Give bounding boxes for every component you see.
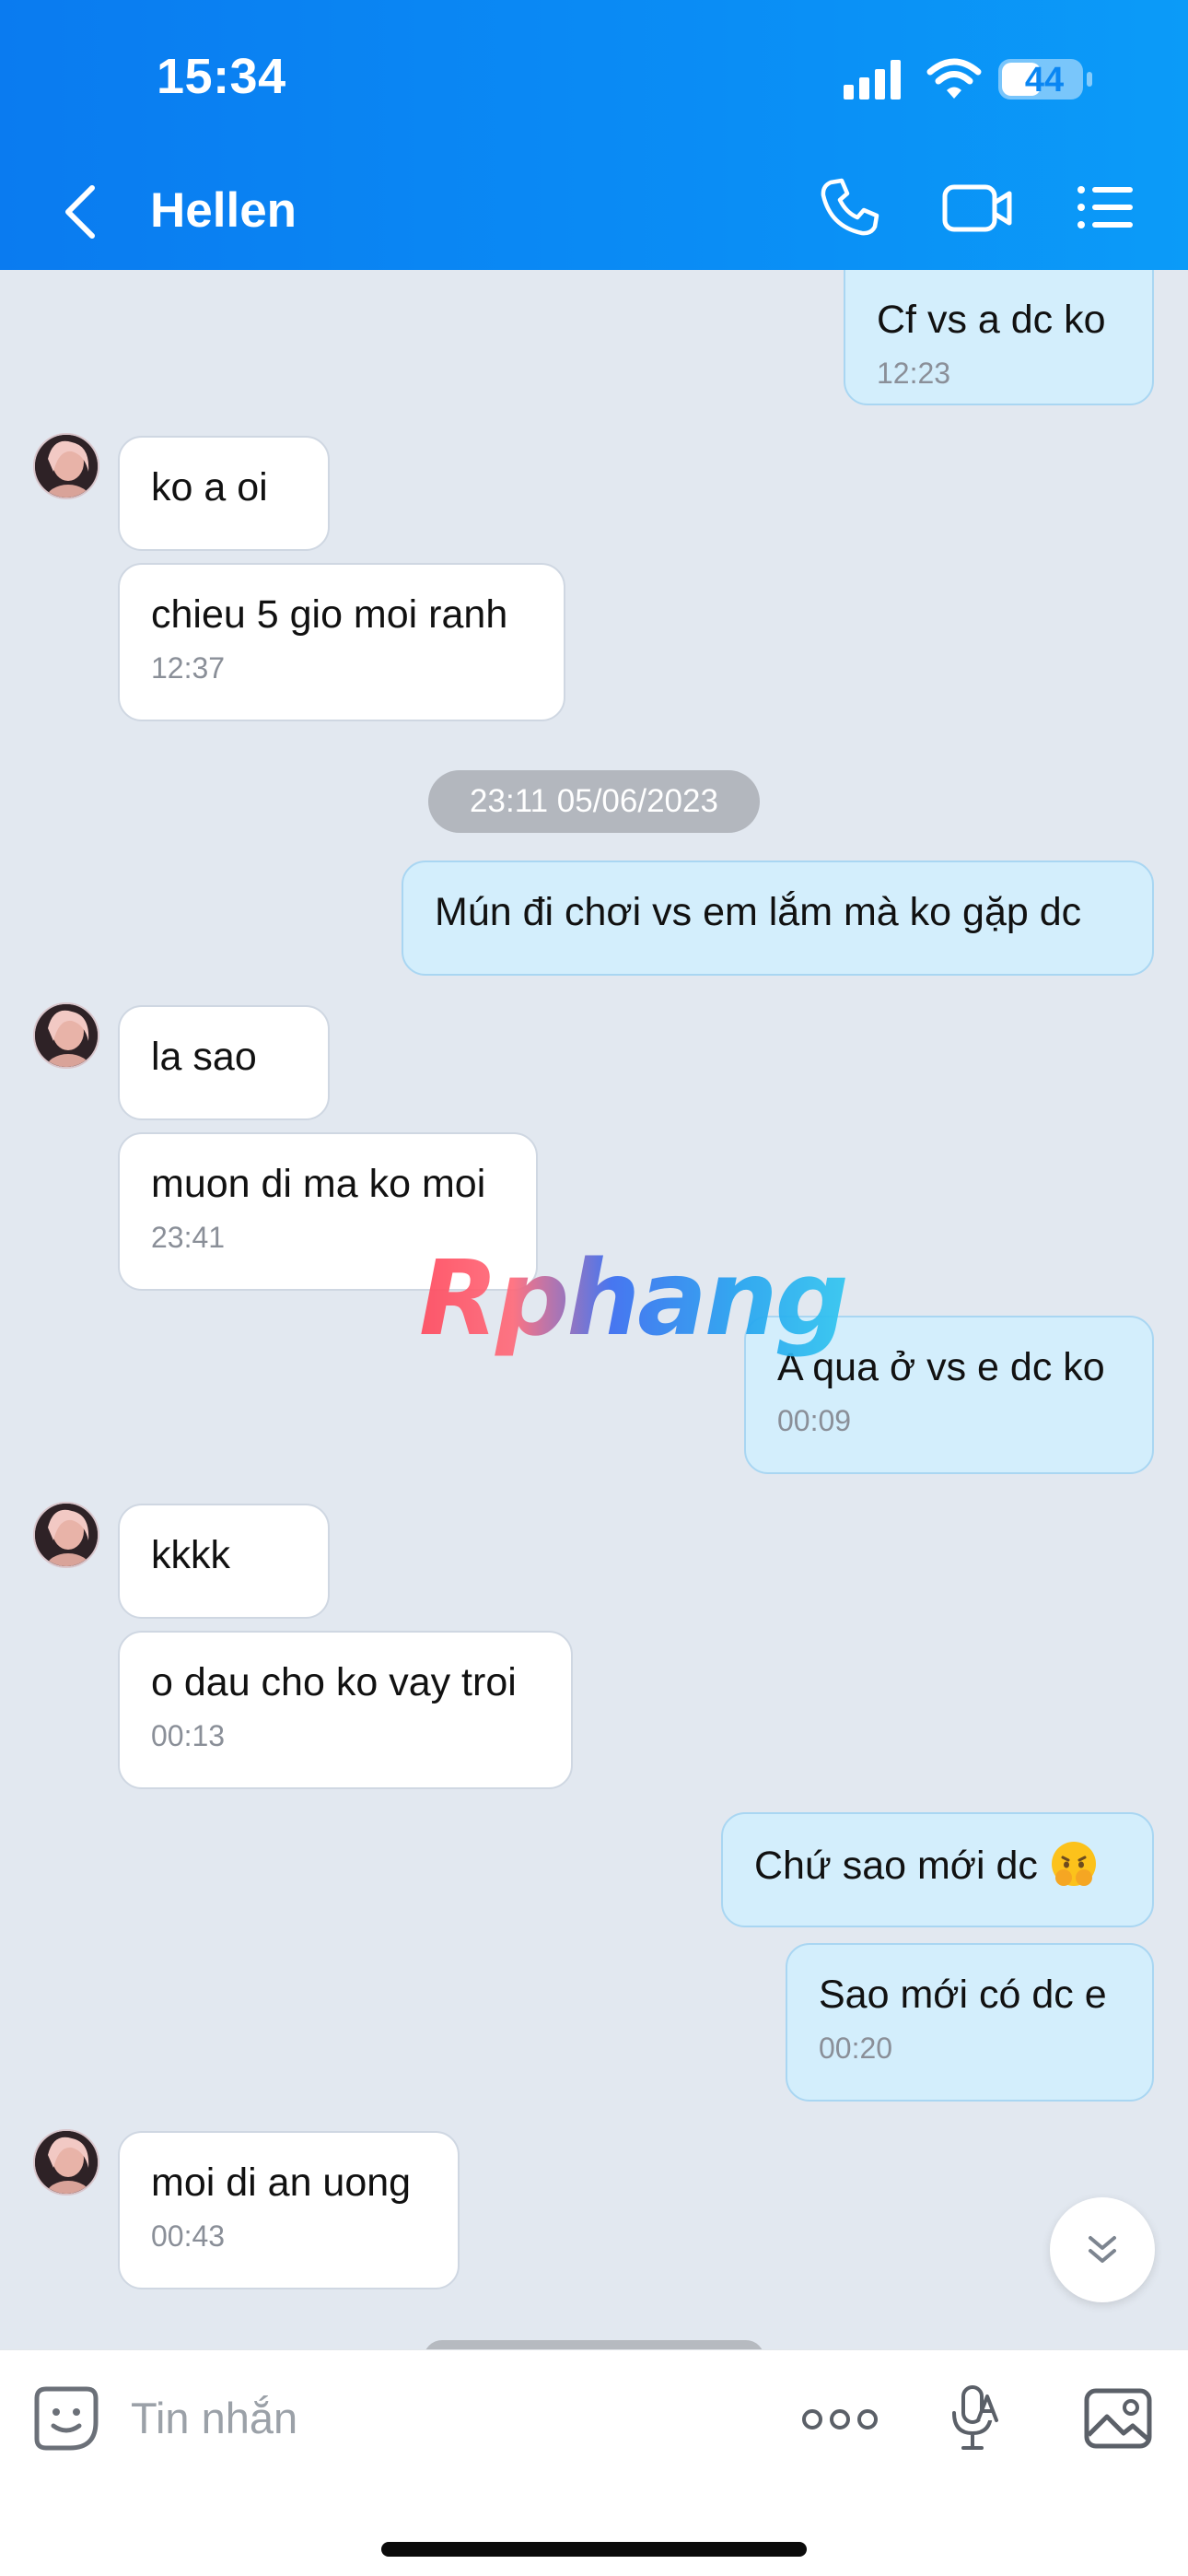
chat-options-button[interactable]	[1076, 175, 1136, 244]
message-text: Cf vs a dc ko	[877, 298, 1106, 342]
message-text: chieu 5 gio moi ranh	[151, 592, 508, 637]
date-separator: 23:11 05/06/2023	[428, 770, 760, 833]
back-button[interactable]	[55, 175, 111, 249]
message-input[interactable]: Tin nhắn	[131, 2393, 297, 2443]
watermark-logo: Rphang	[419, 1239, 849, 1359]
message-bubble-received[interactable]: o dau cho ko vay troi 00:13	[118, 1631, 573, 1789]
avatar[interactable]	[33, 433, 99, 499]
message-text: Sao mới có dc e	[819, 1973, 1107, 2017]
voice-call-button[interactable]	[818, 175, 882, 244]
home-indicator[interactable]	[381, 2542, 807, 2557]
message-composer: Tin nhắn	[0, 2349, 1188, 2576]
double-chevron-down-icon	[1089, 2236, 1116, 2263]
avatar[interactable]	[33, 1002, 99, 1069]
status-icons: 44	[838, 53, 1096, 105]
voice-to-text-icon	[952, 2385, 998, 2450]
message-text: o dau cho ko vay troi	[151, 1660, 517, 1704]
message-time: 00:20	[819, 2032, 893, 2065]
message-time: 00:09	[777, 1404, 852, 1437]
image-icon	[1084, 2388, 1152, 2449]
voice-input-button[interactable]	[947, 2382, 1002, 2460]
contact-avatar-image	[35, 2131, 98, 2194]
options-list-icon	[1077, 186, 1133, 228]
message-text: kkkk	[151, 1533, 230, 1577]
message-text: ko a oi	[151, 465, 268, 509]
message-text: la sao	[151, 1035, 257, 1079]
message-text: Mún đi chơi vs em lắm mà ko gặp dc	[435, 890, 1082, 934]
contact-avatar-image	[35, 435, 98, 498]
contact-avatar-image	[35, 1004, 98, 1067]
phone-icon	[821, 178, 879, 236]
contact-name[interactable]: Hellen	[150, 182, 297, 239]
battery-level: 44	[1024, 61, 1065, 100]
avatar[interactable]	[33, 1502, 99, 1568]
message-text: moi di an uong	[151, 2160, 412, 2205]
send-image-button[interactable]	[1083, 2385, 1153, 2456]
sticker-button[interactable]	[33, 2385, 99, 2456]
message-bubble-sent[interactable]: Chứ sao mới dc	[721, 1812, 1154, 1927]
message-bubble-received[interactable]: moi di an uong 00:43	[118, 2131, 460, 2289]
message-time: 12:37	[151, 651, 226, 685]
chat-header: 15:34 44 Hellen	[0, 0, 1188, 270]
message-bubble-received[interactable]: la sao	[118, 1005, 330, 1120]
message-bubble-sent[interactable]: Cf vs a dc ko 12:23	[844, 270, 1154, 405]
message-bubble-received[interactable]: ko a oi	[118, 436, 330, 551]
flushed-hands-face-emoji-icon	[1052, 1842, 1097, 1886]
message-time: 12:23	[877, 357, 951, 390]
message-time: 00:13	[151, 1719, 226, 1752]
contact-avatar-image	[35, 1504, 98, 1566]
scroll-to-bottom-button[interactable]	[1050, 2197, 1155, 2302]
video-call-icon	[942, 184, 1012, 232]
message-text: Chứ sao mới dc	[754, 1844, 1038, 1888]
back-arrow-icon	[65, 185, 95, 239]
status-time: 15:34	[157, 49, 286, 104]
avatar[interactable]	[33, 2129, 99, 2195]
more-options-button[interactable]	[801, 2404, 879, 2440]
message-bubble-received[interactable]: kkkk	[118, 1504, 330, 1619]
video-call-button[interactable]	[941, 175, 1015, 244]
message-bubble-sent[interactable]: Sao mới có dc e 00:20	[786, 1943, 1154, 2102]
more-dots-icon	[802, 2409, 878, 2430]
message-bubble-sent[interactable]: Mún đi chơi vs em lắm mà ko gặp dc	[402, 861, 1154, 976]
sticker-icon	[34, 2386, 99, 2451]
message-time: 00:43	[151, 2219, 226, 2253]
message-text: muon di ma ko moi	[151, 1162, 486, 1206]
message-bubble-received[interactable]: chieu 5 gio moi ranh 12:37	[118, 563, 565, 721]
